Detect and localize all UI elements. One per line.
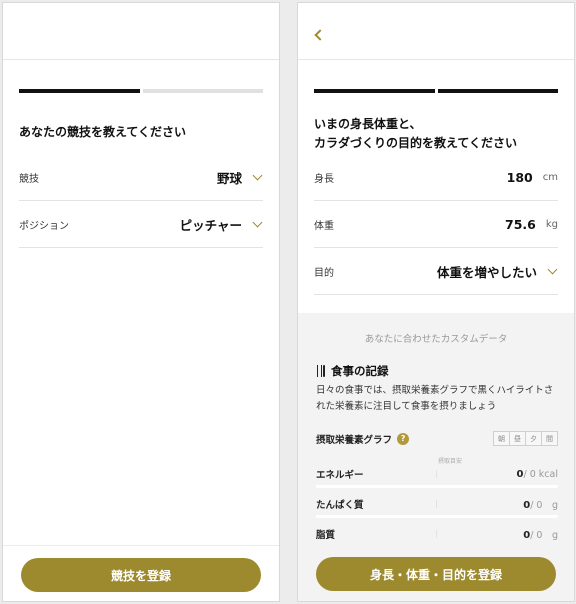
chevron-down-icon	[252, 170, 263, 181]
progress-bar	[314, 89, 558, 93]
nutrient-target: / 0 kcal	[523, 468, 558, 480]
meal-description: 日々の食事では、摂取栄養素グラフで黒くハイライトされた栄養素に注目して食事を摂り…	[316, 385, 554, 412]
body-registration-screen: いまの身長体重と、 カラダづくりの目的を教えてください 身長 180 cm 体重…	[297, 2, 575, 602]
weight-input[interactable]: 体重 75.6 kg	[314, 202, 558, 248]
sport-value: 野球	[216, 171, 242, 186]
progress-step-2	[142, 89, 263, 93]
progress-step-2	[437, 89, 558, 93]
nutrient-graph-title: 摂取栄養素グラフ	[316, 434, 393, 446]
chevron-down-icon	[547, 264, 558, 275]
header	[298, 3, 574, 60]
tab-dinner[interactable]: 夕	[525, 431, 542, 446]
tab-lunch[interactable]: 昼	[509, 431, 526, 446]
position-value: ピッチャー	[179, 218, 242, 233]
tab-breakfast[interactable]: 朝	[493, 431, 510, 446]
height-label: 身長	[314, 174, 334, 185]
register-sport-button[interactable]: 競技を登録	[21, 558, 261, 592]
register-body-button[interactable]: 身長・体重・目的を登録	[316, 557, 556, 591]
footer: 身長・体重・目的を登録	[298, 545, 574, 601]
target-caption: 摂取目安	[438, 458, 463, 465]
meal-record-title: 食事の記録	[316, 363, 389, 379]
nutrient-graph-header: 摂取栄養素グラフ ? 朝 昼 夕 間	[316, 431, 558, 446]
nutrient-value: 0/ 0 g	[523, 497, 558, 511]
nutrient-name: たんぱく質	[316, 500, 364, 511]
nutrient-value: 0/ 0 kcal	[517, 469, 558, 480]
nutrient-name: エネルギー	[316, 470, 364, 481]
nutrient-row-fat: 脂質 0/ 0 g	[316, 526, 558, 542]
header	[3, 3, 279, 60]
target-marker	[436, 500, 437, 508]
height-input[interactable]: 身長 180 cm	[314, 155, 558, 201]
nutrient-row-protein: たんぱく質 0/ 0 g	[316, 496, 558, 512]
fork-knife-icon	[316, 365, 326, 377]
weight-value: 75.6	[505, 217, 536, 232]
question-line-2: カラダづくりの目的を教えてください	[314, 136, 518, 150]
nutrient-value: 0/ 0 g	[523, 527, 558, 541]
nutrient-row-energy: エネルギー 0/ 0 kcal	[316, 466, 558, 482]
sport-registration-screen: あなたの競技を教えてください 競技 野球 ポジション ピッチャー 競技を登録	[2, 2, 280, 602]
target-marker	[436, 470, 437, 478]
purpose-value: 体重を増やしたい	[436, 265, 537, 280]
nutrient-bar-protein	[316, 515, 558, 518]
chevron-down-icon	[252, 217, 263, 228]
sport-select[interactable]: 競技 野球	[19, 155, 263, 201]
custom-data-caption: あなたに合わせたカスタムデータ	[364, 334, 508, 345]
height-value: 180	[506, 170, 533, 185]
target-marker	[436, 530, 437, 538]
sport-label: 競技	[19, 174, 39, 185]
nutrient-bar-energy	[316, 485, 558, 488]
position-label: ポジション	[19, 221, 69, 232]
weight-label: 体重	[314, 221, 334, 232]
purpose-label: 目的	[314, 268, 334, 279]
purpose-select[interactable]: 目的 体重を増やしたい	[314, 249, 558, 295]
nutrient-name: 脂質	[316, 530, 336, 541]
nutrient-target: / 0 g	[530, 530, 558, 541]
meal-title-text: 食事の記録	[331, 364, 389, 378]
question-title: あなたの競技を教えてください	[19, 125, 187, 139]
question-line-1: いまの身長体重と、	[314, 117, 422, 131]
weight-unit: kg	[545, 219, 558, 230]
footer: 競技を登録	[3, 545, 279, 601]
progress-bar	[19, 89, 263, 93]
tab-snack[interactable]: 間	[541, 431, 558, 446]
nutrient-target: / 0 g	[530, 500, 558, 511]
position-select[interactable]: ポジション ピッチャー	[19, 202, 263, 248]
question-title: いまの身長体重と、 カラダづくりの目的を教えてください	[314, 115, 517, 153]
progress-step-1	[19, 89, 140, 93]
nutrient-amount: 0	[516, 468, 524, 480]
progress-step-1	[314, 89, 435, 93]
height-unit: cm	[542, 172, 558, 183]
meal-time-tabs: 朝 昼 夕 間	[493, 431, 558, 446]
back-chevron-icon[interactable]	[314, 29, 326, 41]
help-icon[interactable]: ?	[397, 432, 410, 445]
